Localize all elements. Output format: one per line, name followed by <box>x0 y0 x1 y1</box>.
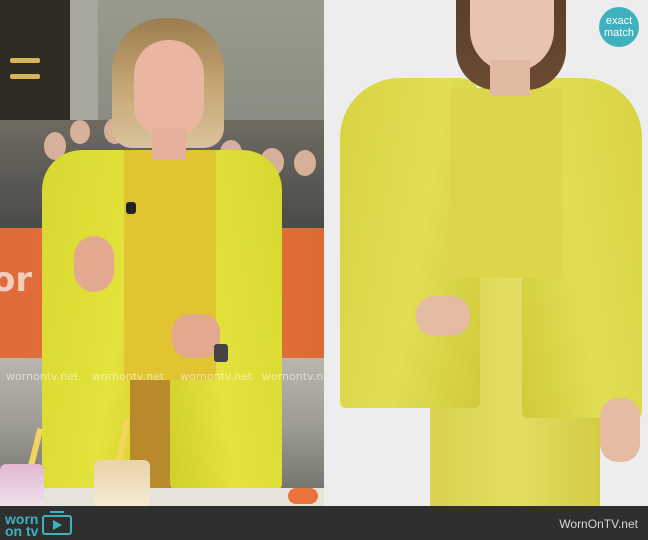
building-window <box>0 0 70 140</box>
badge-line-1: exact <box>605 15 633 27</box>
badge-line-2: match <box>604 27 634 39</box>
wrist-watch <box>214 344 228 362</box>
watermark: wornontv.net <box>92 370 165 383</box>
tv-play-icon <box>42 511 73 535</box>
ceiling-lamp <box>10 74 40 79</box>
watermark: wornontv.net <box>6 370 79 383</box>
footer-bar: worn on tv WornOnTV.net <box>0 506 648 540</box>
wornontv-logo[interactable]: worn on tv <box>5 511 73 539</box>
exact-match-badge: exact match <box>599 7 639 47</box>
host-hand <box>74 236 114 292</box>
logo-word-bottom: on tv <box>5 523 39 539</box>
model-hand <box>600 398 640 462</box>
crowd-face <box>70 120 90 144</box>
model-neck <box>490 60 530 96</box>
crowd-face <box>294 150 316 176</box>
drink-cup <box>0 464 44 506</box>
host-hand <box>172 314 220 358</box>
banner-text: or <box>0 260 33 300</box>
watermark: wornontv.net <box>180 370 253 383</box>
host-face <box>134 40 204 136</box>
ceiling-lamp <box>10 58 40 63</box>
fruit <box>288 488 318 504</box>
model-hand <box>416 296 470 336</box>
tv-still-photo: or wornontv.net wornontv.net wornontv.ne… <box>0 0 324 506</box>
watermark: wornontv.net <box>262 370 324 383</box>
site-name[interactable]: WornOnTV.net <box>559 517 638 531</box>
counter-top <box>0 488 324 506</box>
logo-text: worn on tv <box>5 512 39 539</box>
host-neck <box>152 128 186 160</box>
yellow-shirt <box>450 88 562 278</box>
drink-cup <box>94 460 150 506</box>
lapel-mic <box>126 202 136 214</box>
